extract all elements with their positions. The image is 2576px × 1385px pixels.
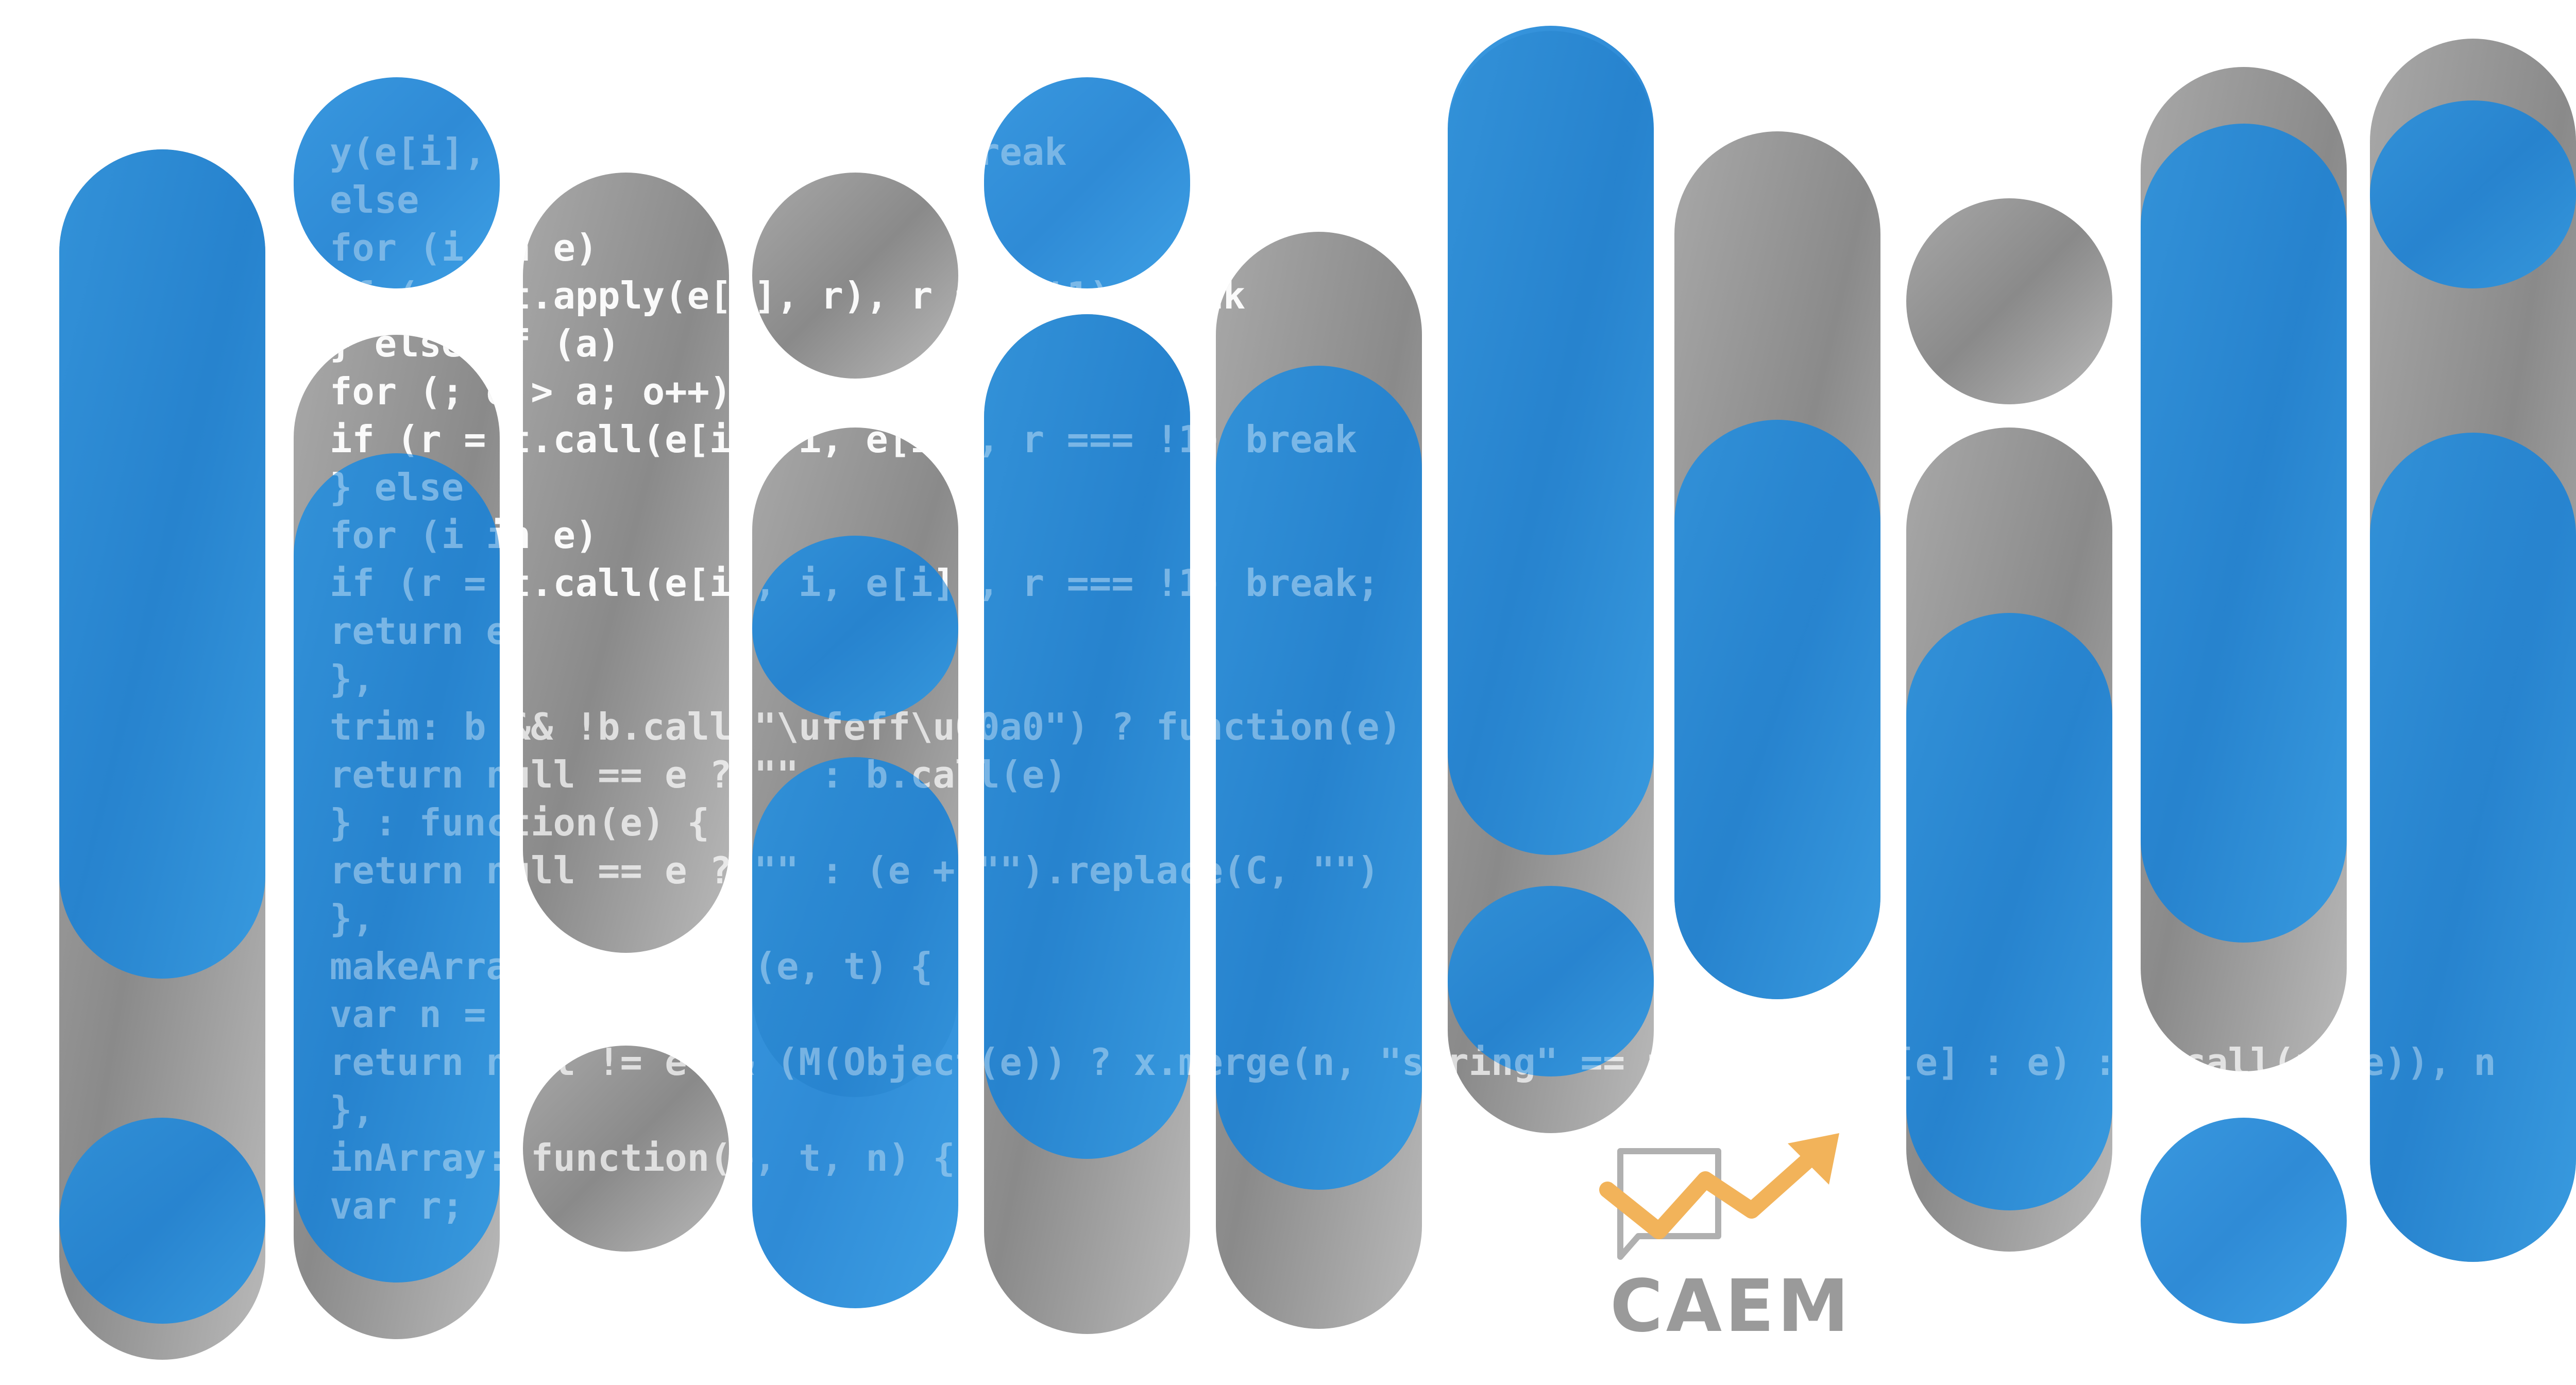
code-line: if (r = t.call(e[i], i, e[i]), r === !1)… <box>330 561 1379 605</box>
code-line: inArray: function(e, t, n) { <box>330 1136 955 1179</box>
code-line: if (r = t.call(e[i], i, e[i]), r === !1)… <box>330 418 1357 461</box>
code-line: }, <box>330 657 375 700</box>
code-line: return e <box>330 609 509 653</box>
blue-pill <box>2141 1118 2347 1324</box>
logo-text: CAEM <box>1609 1264 1853 1348</box>
blue-pill <box>59 149 265 979</box>
blue-pill <box>1448 26 1654 855</box>
code-line: } : function(e) { <box>330 801 709 844</box>
banner-artwork: y(e[i], i, e[i]), r === !1) break else f… <box>59 26 2576 1360</box>
code-line: else <box>330 178 419 221</box>
blue-pill <box>984 77 1190 288</box>
blue-pill <box>1674 420 1880 999</box>
code-line: var n = t || []; <box>330 993 687 1036</box>
code-line: return null == e ? "" : (e + "").replace… <box>330 849 1379 892</box>
code-line: for (i in e) <box>330 514 598 557</box>
code-line: makeArray: function(e, t) { <box>330 945 933 988</box>
code-line: for (i in e) <box>330 226 598 269</box>
blue-pill <box>2370 433 2576 1262</box>
code-line: y(e[i], i, e[i]), r === !1) break <box>330 130 1066 174</box>
blue-pill-layer <box>59 26 2576 1324</box>
code-line: } else if (a) <box>330 322 620 365</box>
code-line: var r; <box>330 1184 464 1227</box>
caem-logo: CAEM <box>1597 1133 1865 1348</box>
blue-pill <box>59 1118 265 1324</box>
code-line: } else <box>330 466 464 509</box>
blue-pill <box>1906 613 2112 1210</box>
code-line: return null == e ? "" : b.call(e) <box>330 753 1066 796</box>
code-line: return null != e && (M(Object(e)) ? x.me… <box>330 1040 2496 1084</box>
code-line: }, <box>330 897 375 940</box>
code-line: }, <box>330 1088 375 1132</box>
code-line: if (r = t.apply(e[i], r), r === !1) brea… <box>330 274 1245 317</box>
blue-pill <box>752 757 958 1308</box>
code-line: trim: b && !b.call("\ufeff\u00a0") ? fun… <box>330 705 1402 748</box>
gray-pill <box>1906 198 2112 404</box>
code-line: for (; o > a; o++) <box>330 370 732 413</box>
blue-pill <box>2370 100 2576 288</box>
blue-pill <box>2141 124 2347 943</box>
chat-bubble-rising-arrow-icon <box>1599 1133 1839 1260</box>
